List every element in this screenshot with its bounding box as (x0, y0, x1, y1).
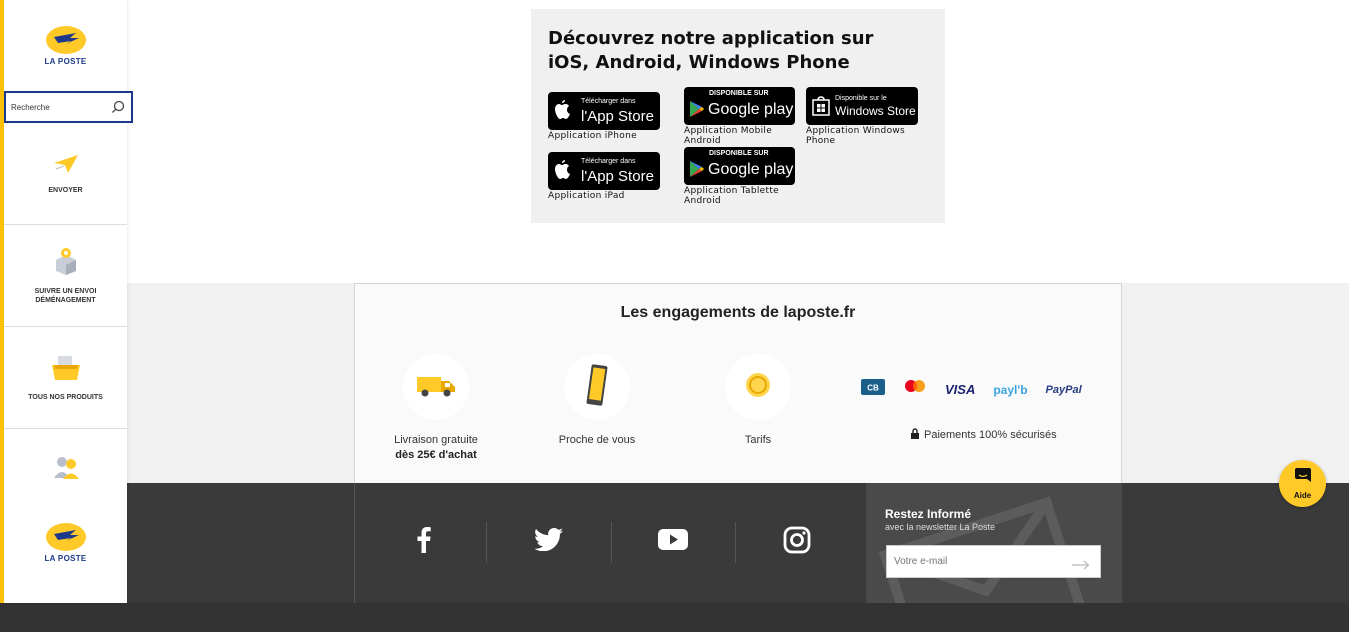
commitment-proche: Proche de vous (542, 354, 652, 446)
app-section-title: Découvrez notre application sur iOS, And… (548, 28, 874, 73)
mastercard-icon (903, 378, 927, 401)
footer (127, 483, 1349, 603)
bottom-bar (0, 603, 1349, 632)
commitments-card: Les engagements de laposte.fr Livraison … (354, 283, 1122, 483)
youtube-link[interactable] (653, 522, 693, 562)
secure-payments: Paiements 100% sécurisés (910, 428, 1057, 442)
parcel-tracking-icon (53, 246, 79, 281)
windows-store-badge[interactable]: Disponible sur le Windows Store (806, 87, 918, 125)
badge-caption: Application Tablette Android (684, 186, 780, 206)
email-input[interactable] (894, 556, 1064, 567)
footer-divider (354, 483, 355, 603)
sidebar-item-account[interactable] (4, 429, 127, 509)
commitment-sublabel: dès 25€ d'achat (395, 449, 477, 461)
paylib-icon: payl'b (993, 382, 1028, 397)
delivery-truck-icon (415, 371, 457, 404)
badge-caption: Application Mobile Android (684, 126, 773, 146)
cb-card-icon: CB (861, 379, 885, 400)
badge-small-text: Disponible sur le (835, 95, 887, 102)
search-input[interactable] (11, 102, 106, 112)
newsletter-subtitle: avec la newsletter La Poste (885, 522, 996, 532)
badge-big-text: Windows Store (835, 104, 916, 118)
search-icon[interactable] (111, 100, 125, 119)
commitment-tarifs: Tarifs (703, 354, 813, 446)
sidebar: LA POSTE ENVOYER SUIVRE UN ENVOI DÉMÉNAG… (0, 0, 133, 603)
app-store-ipad-badge[interactable]: Télécharger dans l'App Store (548, 152, 660, 190)
commitment-label: Livraison gratuite (394, 434, 478, 446)
social-separator (611, 522, 612, 563)
social-separator (486, 522, 487, 563)
facebook-icon (417, 526, 431, 558)
app-store-iphone-badge[interactable]: Télécharger dans l'App Store (548, 92, 660, 130)
la-poste-logo-bottom[interactable]: LA POSTE (4, 523, 127, 563)
twitter-icon (534, 528, 563, 556)
facebook-link[interactable] (404, 522, 444, 562)
commitments-title: Les engagements de laposte.fr (620, 304, 856, 321)
badge-small-text: DISPONIBLE SUR (709, 150, 769, 157)
sidebar-item-produits[interactable]: TOUS NOS PRODUITS (4, 327, 127, 429)
sidebar-item-label: SUIVRE UN ENVOI DÉMÉNAGEMENT (34, 288, 97, 304)
badge-big-text: Google play (708, 161, 794, 178)
commitment-free-delivery: Livraison gratuite dès 25€ d'achat (381, 354, 491, 461)
smartphone-icon (585, 363, 609, 412)
windows-store-icon (812, 96, 830, 121)
payment-logos: CB VISA payl'b PayPal (861, 378, 1082, 401)
apple-icon (554, 99, 572, 126)
la-poste-bird-icon (45, 523, 86, 551)
badge-caption: Application iPhone (548, 131, 637, 141)
paper-plane-icon (52, 153, 80, 180)
lock-icon (910, 428, 920, 442)
instagram-link[interactable] (777, 522, 817, 562)
logo-label: LA POSTE (44, 554, 87, 563)
badge-caption: Application Windows Phone (806, 126, 906, 146)
social-separator (735, 522, 736, 563)
commitment-label: Tarifs (744, 434, 772, 446)
badge-big-text: l'App Store (581, 108, 654, 125)
help-label: Aide (1293, 491, 1312, 500)
youtube-icon (658, 529, 688, 555)
secure-payments-label: Paiements 100% sécurisés (924, 429, 1057, 441)
sidebar-item-label: ENVOYER (48, 186, 83, 194)
instagram-icon (783, 526, 811, 559)
google-play-icon (689, 160, 705, 183)
coin-icon (744, 371, 772, 404)
badge-caption: Application iPad (548, 191, 625, 201)
google-play-mobile-badge[interactable]: DISPONIBLE SUR Google play (684, 87, 795, 125)
la-poste-bird-icon (45, 26, 86, 54)
sidebar-item-envoyer[interactable]: ENVOYER (4, 123, 127, 225)
badge-small-text: DISPONIBLE SUR (709, 90, 769, 97)
chat-bubble-icon (1294, 467, 1312, 490)
commitment-label: Proche de vous (558, 434, 636, 446)
basket-icon (50, 354, 82, 387)
sidebar-item-suivre[interactable]: SUIVRE UN ENVOI DÉMÉNAGEMENT (4, 225, 127, 327)
newsletter-block: Restez Informé avec la newsletter La Pos… (866, 483, 1122, 603)
logo-label: LA POSTE (44, 57, 87, 66)
visa-icon: VISA (945, 382, 976, 397)
badge-big-text: l'App Store (581, 168, 654, 185)
badge-small-text: Télécharger dans (581, 158, 636, 165)
paypal-icon: PayPal (1045, 383, 1082, 396)
newsletter-email-field[interactable] (886, 545, 1101, 578)
twitter-link[interactable] (529, 522, 569, 562)
badge-big-text: Google play (708, 101, 794, 118)
users-icon (52, 454, 80, 485)
google-play-tablet-badge[interactable]: DISPONIBLE SUR Google play (684, 147, 795, 185)
svg-text:CB: CB (867, 384, 879, 393)
apple-icon (554, 159, 572, 186)
la-poste-logo[interactable]: LA POSTE (4, 26, 127, 66)
help-button[interactable]: Aide (1279, 460, 1326, 507)
search-box[interactable] (4, 91, 133, 123)
newsletter-title: Restez Informé (885, 507, 972, 521)
sidebar-item-label: TOUS NOS PRODUITS (28, 393, 103, 401)
badge-small-text: Télécharger dans (581, 98, 636, 105)
google-play-icon (689, 100, 705, 123)
arrow-right-icon[interactable] (1072, 557, 1090, 575)
page: LA POSTE ENVOYER SUIVRE UN ENVOI DÉMÉNAG… (0, 0, 1349, 632)
